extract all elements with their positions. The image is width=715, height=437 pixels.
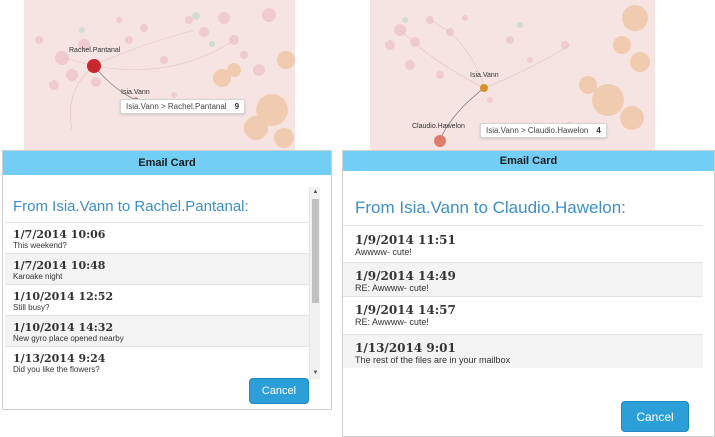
- card-header: Email Card: [343, 151, 714, 171]
- node-label-rachel: Rachel.Pantanal: [69, 47, 121, 54]
- message-subject: Karoake night: [13, 272, 63, 281]
- tooltip-path: Isia.Vann > Claudio.Hawelon: [486, 126, 589, 135]
- right-email-card: Email Card From Isia.Vann to Claudio.Haw…: [342, 150, 715, 437]
- message-date: 1/7/2014 10:06: [13, 228, 106, 241]
- message-subject: New gyro place opened nearby: [13, 334, 124, 343]
- message-date: 1/10/2014 14:32: [13, 321, 114, 334]
- node-label-isia: Isia.Vann: [470, 72, 499, 79]
- message-list[interactable]: 1/9/2014 11:51 Awwww- cute! 1/9/2014 14:…: [343, 225, 703, 368]
- message-row[interactable]: 1/9/2014 14:49 RE: Awwww- cute!: [343, 262, 703, 296]
- scroll-up-arrow-icon[interactable]: ▲: [311, 188, 320, 197]
- message-row[interactable]: 1/7/2014 10:48 Karoake night: [5, 253, 310, 284]
- message-list[interactable]: 1/7/2014 10:06 This weekend? 1/7/2014 10…: [5, 222, 310, 377]
- message-row[interactable]: 1/7/2014 10:06 This weekend?: [5, 222, 310, 253]
- isia-vann-node: [480, 84, 488, 92]
- tooltip-count: 4: [596, 126, 601, 135]
- card-title: From Isia.Vann to Rachel.Pantanal:: [13, 198, 249, 215]
- scroll-thumb[interactable]: [312, 199, 319, 303]
- left-email-card: Email Card From Isia.Vann to Rachel.Pant…: [2, 150, 332, 410]
- message-subject: This weekend?: [13, 241, 67, 250]
- card-title: From Isia.Vann to Claudio.Hawelon:: [355, 198, 626, 217]
- cancel-button[interactable]: Cancel: [249, 378, 309, 404]
- left-graph-canvas: [35, 8, 295, 148]
- message-date: 1/13/2014 9:24: [13, 352, 106, 365]
- rachel-pantanal-node: [87, 59, 101, 73]
- message-date: 1/9/2014 14:49: [355, 269, 456, 283]
- message-date: 1/13/2014 9:01: [355, 341, 456, 355]
- message-row[interactable]: 1/13/2014 9:01 The rest of the files are…: [343, 334, 703, 368]
- claudio-hawelon-node: [434, 135, 446, 147]
- card-header: Email Card: [3, 151, 331, 175]
- message-subject: Awwww- cute!: [355, 247, 412, 257]
- message-subject: Still busy?: [13, 303, 50, 312]
- message-date: 1/9/2014 14:57: [355, 303, 456, 317]
- vertical-scrollbar[interactable]: ▲ ▼: [309, 187, 320, 379]
- message-subject: Did you like the flowers?: [13, 365, 100, 374]
- scroll-down-arrow-icon[interactable]: ▼: [311, 369, 320, 378]
- cancel-button[interactable]: Cancel: [621, 401, 689, 432]
- edge-tooltip: Isia.Vann > Rachel.Pantanal 9: [120, 99, 246, 114]
- message-row[interactable]: 1/9/2014 11:51 Awwww- cute!: [343, 225, 703, 262]
- message-date: 1/10/2014 12:52: [13, 290, 114, 303]
- message-subject: RE: Awwww- cute!: [355, 283, 429, 293]
- message-row[interactable]: 1/10/2014 12:52 Still busy?: [5, 284, 310, 315]
- message-date: 1/9/2014 11:51: [355, 233, 456, 247]
- right-network-graph[interactable]: Isia.Vann Claudio.Hawelon Isia.Vann > Cl…: [370, 0, 655, 150]
- message-row[interactable]: 1/10/2014 14:32 New gyro place opened ne…: [5, 315, 310, 346]
- tooltip-path: Isia.Vann > Rachel.Pantanal: [126, 102, 227, 111]
- node-label-isia: Isia.Vann: [121, 89, 150, 96]
- message-subject: RE: Awwww- cute!: [355, 317, 429, 327]
- message-row[interactable]: 1/13/2014 9:24 Did you like the flowers?: [5, 346, 310, 377]
- message-subject: The rest of the files are in your mailbo…: [355, 355, 511, 365]
- message-row[interactable]: 1/9/2014 14:57 RE: Awwww- cute!: [343, 296, 703, 334]
- edge-tooltip: Isia.Vann > Claudio.Hawelon 4: [480, 123, 607, 138]
- left-network-graph[interactable]: Rachel.Pantanal Isia.Vann Isia.Vann > Ra…: [24, 0, 295, 150]
- message-date: 1/7/2014 10:48: [13, 259, 106, 272]
- tooltip-count: 9: [234, 102, 240, 111]
- node-label-claudio: Claudio.Hawelon: [412, 123, 465, 130]
